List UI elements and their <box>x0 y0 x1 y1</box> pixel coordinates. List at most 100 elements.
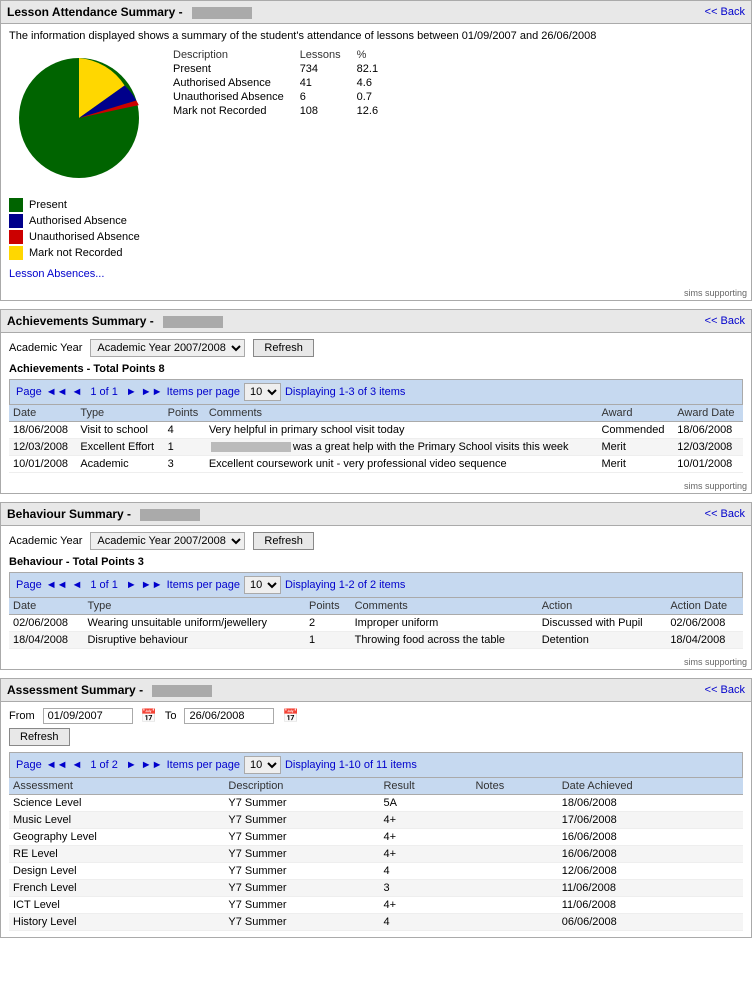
next2-btn[interactable]: ►► <box>141 386 163 398</box>
col-description: Description <box>224 778 379 795</box>
pie-chart <box>9 48 149 188</box>
page-label: Page <box>16 759 42 771</box>
pct-mark: 12.6 <box>349 104 386 118</box>
col-notes: Notes <box>471 778 557 795</box>
cell-points: 4 <box>164 422 205 439</box>
cell-assessment: Music Level <box>9 812 224 829</box>
achievements-title: Achievements Summary - <box>7 314 223 328</box>
assessment-refresh-button[interactable]: Refresh <box>9 728 70 746</box>
table-row: 18/06/2008 Visit to school 4 Very helpfu… <box>9 422 743 439</box>
behaviour-back[interactable]: << Back <box>705 508 745 520</box>
assessment-content: From 📅 To 📅 Refresh Page ◄◄ ◄ 1 of 2 ► ►… <box>1 702 751 937</box>
behaviour-refresh-button[interactable]: Refresh <box>253 532 314 550</box>
attendance-right: Description Lessons % Present 734 82.1 A… <box>165 48 386 118</box>
next1-btn[interactable]: ► <box>126 579 137 591</box>
prev1-btn[interactable]: ◄ <box>71 759 82 771</box>
cell-result: 4+ <box>379 829 471 846</box>
lesson-attendance-back[interactable]: << Back <box>705 6 745 18</box>
achievements-items-select[interactable]: 10 <box>244 383 281 401</box>
behaviour-year-label: Academic Year <box>9 535 82 547</box>
attendance-stats-table: Description Lessons % Present 734 82.1 A… <box>165 48 386 118</box>
achievements-table: Date Type Points Comments Award Award Da… <box>9 405 743 473</box>
legend-label-mark: Mark not Recorded <box>29 247 123 259</box>
table-row: Music Level Y7 Summer 4+ 17/06/2008 <box>9 812 743 829</box>
achievements-content: Academic Year Academic Year 2007/2008 Re… <box>1 333 751 479</box>
behaviour-controls: Academic Year Academic Year 2007/2008 Re… <box>9 532 743 550</box>
prev1-btn[interactable]: ◄ <box>71 386 82 398</box>
col-comments: Comments <box>205 405 598 422</box>
cell-award-date: 18/06/2008 <box>673 422 743 439</box>
table-row: 12/03/2008 Excellent Effort 1 was a grea… <box>9 439 743 456</box>
legend-color-unauth <box>9 230 23 244</box>
cell-description: Y7 Summer <box>224 846 379 863</box>
next1-btn[interactable]: ► <box>126 759 137 771</box>
assessment-back[interactable]: << Back <box>705 684 745 696</box>
assessment-items-select[interactable]: 10 <box>244 756 281 774</box>
to-date-input[interactable] <box>184 708 274 724</box>
behaviour-header: Behaviour Summary - << Back <box>1 503 751 526</box>
table-row: Mark not Recorded 108 12.6 <box>165 104 386 118</box>
achievements-back[interactable]: << Back <box>705 315 745 327</box>
page-label: Page <box>16 386 42 398</box>
col-result: Result <box>379 778 471 795</box>
assessment-title: Assessment Summary - <box>7 683 212 697</box>
legend-unauth: Unauthorised Absence <box>9 230 743 244</box>
behaviour-section: Behaviour Summary - << Back Academic Yea… <box>0 502 752 670</box>
to-calendar-icon[interactable]: 📅 <box>282 708 298 724</box>
cell-type: Excellent Effort <box>76 439 163 456</box>
achievements-section: Achievements Summary - << Back Academic … <box>0 309 752 494</box>
desc-mark: Mark not Recorded <box>165 104 292 118</box>
cell-date-achieved: 17/06/2008 <box>558 812 743 829</box>
cell-date-achieved: 12/06/2008 <box>558 863 743 880</box>
cell-description: Y7 Summer <box>224 863 379 880</box>
lessons-unauth: 6 <box>292 90 349 104</box>
table-row: Science Level Y7 Summer 5A 18/06/2008 <box>9 795 743 812</box>
lessons-auth: 41 <box>292 76 349 90</box>
table-row: Design Level Y7 Summer 4 12/06/2008 <box>9 863 743 880</box>
behaviour-items-select[interactable]: 10 <box>244 576 281 594</box>
cell-description: Y7 Summer <box>224 812 379 829</box>
behaviour-display-info: Displaying 1-2 of 2 items <box>285 579 405 591</box>
next2-btn[interactable]: ►► <box>141 759 163 771</box>
behaviour-pagination: Page ◄◄ ◄ 1 of 1 ► ►► Items per page 10 … <box>9 572 743 598</box>
cell-description: Y7 Summer <box>224 880 379 897</box>
achievements-title-gray-box <box>163 316 223 328</box>
prev1-btn[interactable]: ◄ <box>71 579 82 591</box>
next1-btn[interactable]: ► <box>126 386 137 398</box>
pct-unauth: 0.7 <box>349 90 386 104</box>
items-per-page-label: Items per page <box>167 386 240 398</box>
prev2-btn[interactable]: ◄◄ <box>46 386 68 398</box>
cell-award-date: 12/03/2008 <box>673 439 743 456</box>
from-calendar-icon[interactable]: 📅 <box>141 708 157 724</box>
cell-notes <box>471 829 557 846</box>
behaviour-year-select[interactable]: Academic Year 2007/2008 <box>90 532 245 550</box>
cell-result: 4+ <box>379 846 471 863</box>
lessons-present: 734 <box>292 62 349 76</box>
from-label: From <box>9 710 35 722</box>
behaviour-title: Behaviour Summary - <box>7 507 200 521</box>
cell-action-date: 18/04/2008 <box>666 632 743 649</box>
cell-comments: Improper uniform <box>351 615 538 632</box>
cell-notes <box>471 880 557 897</box>
achievements-year-select[interactable]: Academic Year 2007/2008 <box>90 339 245 357</box>
cell-award: Commended <box>597 422 673 439</box>
pct-auth: 4.6 <box>349 76 386 90</box>
prev2-btn[interactable]: ◄◄ <box>46 579 68 591</box>
col-type: Type <box>83 598 305 615</box>
cell-result: 4+ <box>379 897 471 914</box>
cell-date: 12/03/2008 <box>9 439 76 456</box>
cell-notes <box>471 795 557 812</box>
next2-btn[interactable]: ►► <box>141 579 163 591</box>
achievements-refresh-button[interactable]: Refresh <box>253 339 314 357</box>
from-date-input[interactable] <box>43 708 133 724</box>
legend-color-mark <box>9 246 23 260</box>
cell-comments: Throwing food across the table <box>351 632 538 649</box>
prev2-btn[interactable]: ◄◄ <box>46 759 68 771</box>
desc-unauth: Unauthorised Absence <box>165 90 292 104</box>
lesson-absences-link[interactable]: Lesson Absences... <box>9 268 104 280</box>
assessment-title-gray-box <box>152 685 212 697</box>
cell-date-achieved: 16/06/2008 <box>558 829 743 846</box>
lesson-attendance-title: Lesson Attendance Summary - <box>7 5 252 19</box>
cell-description: Y7 Summer <box>224 897 379 914</box>
legend-present: Present <box>9 198 743 212</box>
